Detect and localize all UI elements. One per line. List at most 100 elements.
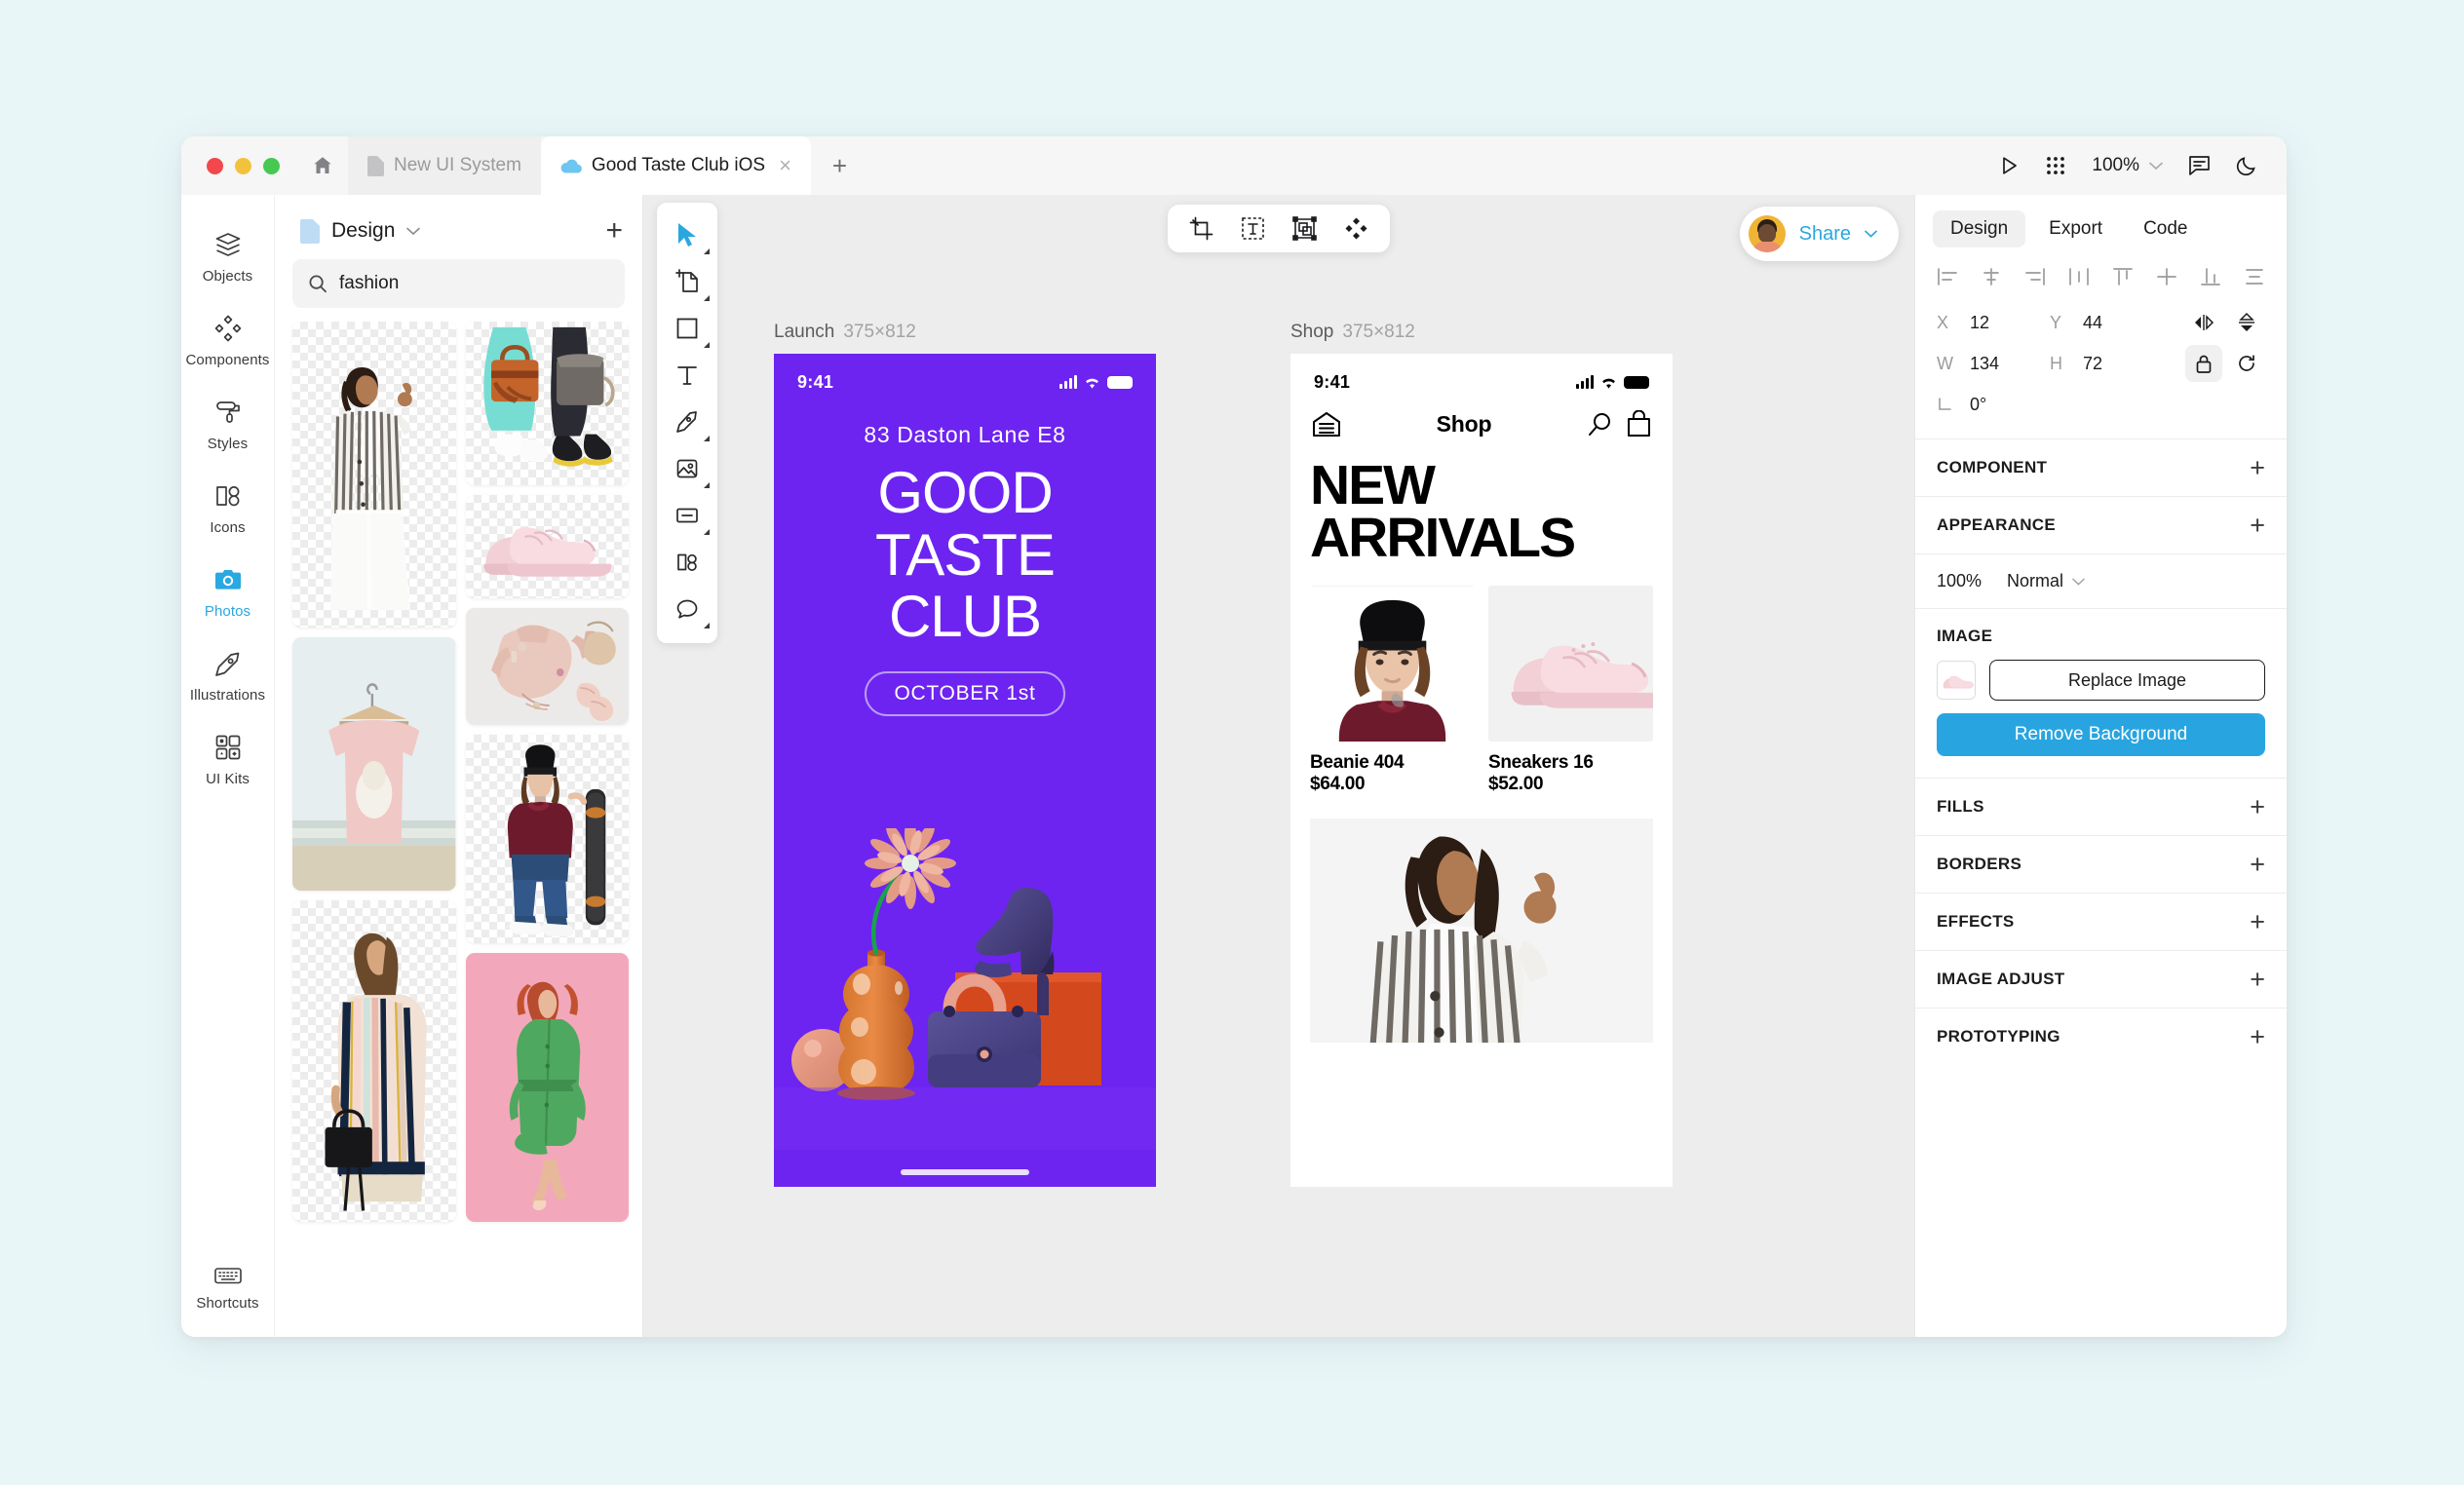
tab-design[interactable]: Design (1933, 210, 2026, 248)
flip-horizontal-icon[interactable] (2185, 304, 2222, 341)
tool-submenu-indicator[interactable] (704, 482, 710, 488)
add-image-adjust-button[interactable]: + (2250, 966, 2265, 992)
shop-hero-image[interactable] (1310, 819, 1653, 1044)
align-left-icon[interactable] (1937, 267, 1958, 286)
width-field[interactable]: W 134 (1937, 354, 2050, 374)
artboard-tool[interactable] (661, 259, 713, 304)
search-input[interactable] (339, 273, 609, 294)
sidebar-item-components[interactable]: Components (181, 300, 275, 384)
section-prototyping[interactable]: PROTOTYPING + (1915, 1008, 2287, 1065)
comment-icon[interactable] (2188, 155, 2211, 176)
remove-background-button[interactable]: Remove Background (1937, 713, 2265, 756)
text-tool[interactable] (661, 353, 713, 398)
add-border-button[interactable]: + (2250, 851, 2265, 877)
product-card[interactable]: Sneakers 16 $52.00 (1488, 586, 1653, 795)
tab-code[interactable]: Code (2126, 210, 2205, 248)
sidebar-item-illustrations[interactable]: Illustrations (181, 635, 275, 719)
rotation-field[interactable]: 0° (1937, 395, 2050, 415)
opacity-value[interactable]: 100% (1937, 571, 1982, 591)
group-select-tool[interactable] (1292, 216, 1317, 241)
search-box[interactable] (292, 259, 625, 308)
section-borders[interactable]: BORDERS + (1915, 835, 2287, 893)
section-fills[interactable]: FILLS + (1915, 778, 2287, 835)
crop-tool[interactable] (1189, 216, 1213, 241)
shopping-bag-icon[interactable] (1627, 410, 1651, 438)
add-prototyping-button[interactable]: + (2250, 1023, 2265, 1049)
sidebar-item-objects[interactable]: Objects (181, 216, 275, 300)
tool-submenu-indicator[interactable] (704, 436, 710, 441)
shapes-tool[interactable] (661, 540, 713, 585)
sidebar-item-shortcuts[interactable]: Shortcuts (181, 1251, 275, 1337)
comment-tool[interactable] (661, 587, 713, 631)
tool-submenu-indicator[interactable] (704, 248, 710, 254)
blend-mode-select[interactable]: Normal (2007, 571, 2085, 591)
photo-woman-green-dress-pink-bg[interactable] (465, 953, 629, 1222)
replace-image-button[interactable]: Replace Image (1989, 660, 2265, 701)
share-button[interactable]: Share (1739, 207, 1899, 261)
section-effects[interactable]: EFFECTS + (1915, 893, 2287, 950)
photo-man-beanie-skateboard[interactable] (465, 735, 629, 943)
chevron-down-icon[interactable] (406, 227, 421, 236)
add-fill-button[interactable]: + (2250, 793, 2265, 819)
sidebar-item-photos[interactable]: Photos (181, 552, 275, 635)
sidebar-item-icons[interactable]: Icons (181, 468, 275, 552)
moon-icon[interactable] (2236, 155, 2257, 176)
distribute-horizontal-icon[interactable] (2068, 267, 2090, 286)
sidebar-item-ui-kits[interactable]: UI Kits (181, 719, 275, 803)
tool-submenu-indicator[interactable] (704, 623, 710, 628)
zoom-control[interactable]: 100% (2092, 155, 2163, 176)
align-bottom-icon[interactable] (2200, 267, 2221, 286)
new-tab-button[interactable]: + (811, 136, 868, 195)
align-middle-vertical-icon[interactable] (2156, 267, 2177, 286)
rectangle-tool[interactable] (661, 306, 713, 351)
align-center-horizontal-icon[interactable] (1981, 267, 2002, 286)
tab-new-ui-system[interactable]: New UI System (348, 136, 541, 195)
hamburger-house-icon[interactable] (1312, 411, 1341, 438)
close-icon[interactable]: × (779, 155, 791, 176)
align-right-icon[interactable] (2024, 267, 2046, 286)
sidebar-item-styles[interactable]: Styles (181, 384, 275, 468)
canvas[interactable]: Share Launch 375×812 9:41 83 Daston Lane… (643, 195, 1914, 1337)
tool-submenu-indicator[interactable] (704, 342, 710, 348)
photo-pink-sneakers[interactable] (465, 495, 629, 598)
add-component-button[interactable]: + (2250, 454, 2265, 480)
photo-woman-striped-coat-handbag[interactable] (292, 900, 456, 1222)
tool-submenu-indicator[interactable] (704, 295, 710, 301)
section-appearance[interactable]: APPEARANCE + (1915, 496, 2287, 553)
search-icon[interactable] (1587, 411, 1613, 438)
launch-date-badge[interactable]: OCTOBER 1st (865, 670, 1065, 716)
components-diamond-tool[interactable] (1344, 216, 1368, 241)
artboard-title[interactable]: Shop 375×812 (1290, 322, 1673, 343)
artboard-title[interactable]: Launch 375×812 (774, 322, 1156, 343)
play-icon[interactable] (1999, 155, 2020, 176)
image-tool[interactable] (661, 446, 713, 491)
photo-two-people-bags[interactable] (465, 322, 629, 485)
image-thumbnail[interactable] (1937, 661, 1976, 700)
photo-woman-striped-blazer[interactable] (292, 322, 456, 628)
photo-pink-flatlay-outfit[interactable] (465, 608, 629, 725)
grid-dots-icon[interactable] (2045, 155, 2066, 176)
home-button[interactable] (297, 136, 348, 195)
close-window-button[interactable] (207, 157, 223, 174)
lock-icon[interactable] (2185, 345, 2222, 382)
y-field[interactable]: Y 44 (2050, 313, 2163, 333)
tool-submenu-indicator[interactable] (704, 529, 710, 535)
maximize-window-button[interactable] (263, 157, 280, 174)
distribute-vertical-icon[interactable] (2244, 267, 2265, 286)
button-tool[interactable] (661, 493, 713, 538)
artboard-shop[interactable]: Shop 375×812 9:41 Shop NEW ARRIVALS Bean… (1290, 322, 1673, 1187)
add-appearance-button[interactable]: + (2250, 512, 2265, 538)
cursor-select-tool[interactable] (661, 212, 713, 257)
reset-rotation-icon[interactable] (2228, 345, 2265, 382)
minimize-window-button[interactable] (235, 157, 251, 174)
section-component[interactable]: COMPONENT + (1915, 438, 2287, 496)
add-asset-button[interactable]: + (605, 216, 623, 246)
section-image-adjust[interactable]: IMAGE ADJUST + (1915, 950, 2287, 1008)
photo-pink-tshirt-hanger-beach[interactable] (292, 637, 456, 891)
artboard-launch[interactable]: Launch 375×812 9:41 83 Daston Lane E8 GO… (774, 322, 1156, 1187)
add-effect-button[interactable]: + (2250, 908, 2265, 934)
text-box-tool[interactable] (1241, 216, 1265, 241)
x-field[interactable]: X 12 (1937, 313, 2050, 333)
height-field[interactable]: H 72 (2050, 354, 2163, 374)
tab-export[interactable]: Export (2031, 210, 2120, 248)
